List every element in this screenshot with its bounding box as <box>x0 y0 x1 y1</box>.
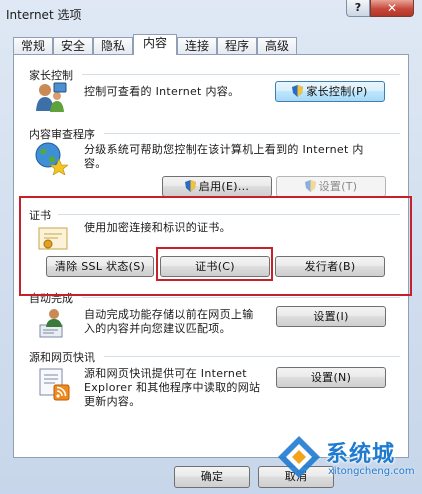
feeds-group-title: 源和网页快讯 <box>29 351 95 364</box>
autocomplete-description-line1: 自动完成功能存储以前在网页上输 <box>84 308 254 321</box>
uac-shield-icon <box>304 180 316 192</box>
autocomplete-group-title: 自动完成 <box>29 292 73 305</box>
certificates-group-title: 证书 <box>29 209 51 222</box>
close-button[interactable]: ✕ <box>370 0 414 17</box>
certificate-icon <box>38 227 68 250</box>
tab-connections[interactable]: 连接 <box>177 37 217 55</box>
tab-content[interactable]: 内容 <box>133 34 177 55</box>
autocomplete-settings-button[interactable]: 设置(I) <box>276 306 386 327</box>
help-button[interactable]: ? <box>346 0 370 17</box>
feeds-icon <box>39 368 70 401</box>
content-advisor-description-line1: 分级系统可帮助您控制在该计算机上看到的 Internet 内 <box>84 143 364 156</box>
certificates-description: 使用加密连接和标识的证书。 <box>84 221 231 234</box>
parental-control-button-label: 家长控制(P) <box>306 85 368 98</box>
group-divider <box>104 133 400 134</box>
group-divider <box>82 297 400 298</box>
uac-shield-icon <box>292 85 304 97</box>
content-advisor-settings-button[interactable]: 设置(T) <box>276 176 386 197</box>
watermark-url: xitongcheng.com <box>328 466 415 477</box>
clear-ssl-state-button[interactable]: 清除 SSL 状态(S) <box>46 256 154 277</box>
content-advisor-enable-label: 启用(E)... <box>198 180 250 193</box>
internet-options-window: Internet 选项 ? ✕ 常规 安全 隐私 内容 连接 程序 高级 家长控… <box>0 0 422 494</box>
content-tab-pane: 家长控制 控制可查看的 Internet 内容。 家长控制(P) 内容审查程序 … <box>13 54 409 458</box>
group-divider <box>82 74 400 75</box>
content-advisor-description-line2: 容。 <box>84 157 107 170</box>
certificates-button[interactable]: 证书(C) <box>160 256 270 277</box>
tab-security[interactable]: 安全 <box>53 37 93 55</box>
group-divider <box>104 356 400 357</box>
autocomplete-icon <box>39 309 63 338</box>
content-advisor-settings-label: 设置(T) <box>318 180 358 193</box>
parental-control-button[interactable]: 家长控制(P) <box>275 81 385 102</box>
parental-control-icon <box>36 82 67 112</box>
parental-control-description: 控制可查看的 Internet 内容。 <box>84 85 240 98</box>
window-title: Internet 选项 <box>6 8 82 22</box>
feeds-description-line1: 源和网页快讯提供可在 Internet <box>84 367 247 380</box>
site-watermark: 系统城 xitongcheng.com <box>268 430 418 490</box>
watermark-logo-icon <box>278 436 320 478</box>
tab-privacy[interactable]: 隐私 <box>93 37 133 55</box>
tab-advanced[interactable]: 高级 <box>257 37 297 55</box>
feeds-settings-button[interactable]: 设置(N) <box>276 367 386 388</box>
feeds-description-line3: 更新内容。 <box>84 395 141 408</box>
uac-shield-icon <box>184 180 196 192</box>
publishers-button[interactable]: 发行者(B) <box>275 256 385 277</box>
content-advisor-group-title: 内容审查程序 <box>29 128 95 141</box>
ok-button[interactable]: 确定 <box>174 466 250 488</box>
tab-programs[interactable]: 程序 <box>217 37 257 55</box>
content-advisor-globe-icon <box>35 142 68 175</box>
content-advisor-enable-button[interactable]: 启用(E)... <box>162 176 272 197</box>
group-divider <box>58 214 400 215</box>
autocomplete-description-line2: 入的内容并向您建议匹配项。 <box>84 322 231 335</box>
feeds-description-line2: Explorer 和其他程序中读取的网站 <box>84 381 261 394</box>
tab-general[interactable]: 常规 <box>13 37 53 55</box>
watermark-text: 系统城 <box>326 442 396 467</box>
